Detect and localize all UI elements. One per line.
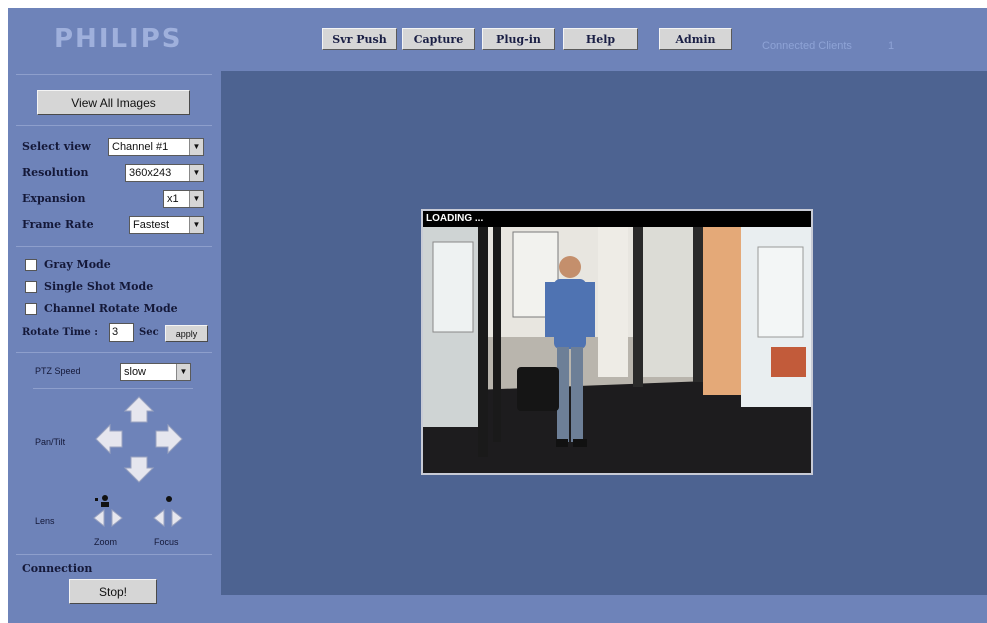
- dropdown-arrow-icon: ▼: [189, 165, 203, 181]
- ptz-speed-value: slow: [124, 366, 147, 378]
- divider: [33, 388, 193, 389]
- focus-icon[interactable]: [152, 494, 184, 530]
- bottom-strip: [221, 595, 987, 623]
- divider: [16, 554, 212, 555]
- frame-rate-value: Fastest: [133, 219, 170, 231]
- single-shot-checkbox[interactable]: [25, 281, 37, 293]
- rotate-time-unit: Sec: [139, 327, 159, 338]
- gray-mode-checkbox[interactable]: [25, 259, 37, 271]
- channel-rotate-checkbox[interactable]: [25, 303, 37, 315]
- apply-button[interactable]: apply: [165, 325, 208, 342]
- expansion-dropdown[interactable]: x1 ▼: [163, 190, 204, 208]
- camera-view: LOADING ...: [421, 209, 813, 475]
- dropdown-arrow-icon: ▼: [189, 217, 203, 233]
- resolution-label: Resolution: [22, 166, 89, 179]
- video-status-text: LOADING ...: [426, 213, 484, 224]
- connected-clients-count: 1: [888, 40, 895, 52]
- dropdown-arrow-icon: ▼: [176, 364, 190, 380]
- select-view-value: Channel #1: [112, 141, 169, 153]
- sidebar: View All Images Select view Channel #1 ▼…: [8, 71, 221, 623]
- arrow-down-icon[interactable]: [123, 455, 155, 485]
- zoom-label: Zoom: [94, 537, 118, 547]
- capture-button[interactable]: Capture: [402, 28, 475, 50]
- arrow-up-icon[interactable]: [123, 394, 155, 424]
- dropdown-arrow-icon: ▼: [189, 139, 203, 155]
- brand-logo: PHILIPS: [54, 24, 183, 54]
- lens-label: Lens: [35, 516, 55, 526]
- expansion-label: Expansion: [22, 192, 86, 205]
- divider: [16, 352, 212, 353]
- help-button[interactable]: Help: [563, 28, 638, 50]
- connected-clients-label: Connected Clients: [762, 40, 852, 52]
- admin-button[interactable]: Admin: [659, 28, 732, 50]
- channel-rotate-label: Channel Rotate Mode: [44, 302, 178, 315]
- top-bar: PHILIPS Svr Push Capture Plug-in Help Ad…: [8, 8, 987, 71]
- divider: [16, 74, 212, 75]
- stop-button[interactable]: Stop!: [69, 579, 157, 604]
- ptz-speed-label: PTZ Speed: [35, 366, 81, 376]
- resolution-value: 360x243: [129, 167, 172, 179]
- app-frame: PHILIPS Svr Push Capture Plug-in Help Ad…: [8, 8, 987, 623]
- focus-label: Focus: [154, 537, 179, 547]
- rotate-time-input[interactable]: 3: [109, 323, 134, 342]
- camera-image: [423, 227, 811, 473]
- video-area: LOADING ...: [221, 71, 987, 595]
- ptz-speed-dropdown[interactable]: slow ▼: [120, 363, 191, 381]
- rotate-time-label: Rotate Time :: [22, 327, 98, 338]
- select-view-dropdown[interactable]: Channel #1 ▼: [108, 138, 204, 156]
- single-shot-label: Single Shot Mode: [44, 280, 154, 293]
- resolution-dropdown[interactable]: 360x243 ▼: [125, 164, 204, 182]
- dropdown-arrow-icon: ▼: [189, 191, 203, 207]
- connection-label: Connection: [22, 562, 93, 575]
- arrow-right-icon[interactable]: [153, 423, 185, 455]
- video-status-bar: LOADING ...: [423, 211, 811, 227]
- expansion-value: x1: [167, 193, 179, 205]
- frame-rate-dropdown[interactable]: Fastest ▼: [129, 216, 204, 234]
- gray-mode-label: Gray Mode: [44, 258, 111, 271]
- zoom-icon[interactable]: [92, 494, 124, 530]
- view-all-images-button[interactable]: View All Images: [37, 90, 190, 115]
- pan-tilt-label: Pan/Tilt: [35, 437, 66, 447]
- frame-rate-label: Frame Rate: [22, 218, 94, 231]
- divider: [16, 125, 212, 126]
- divider: [16, 246, 212, 247]
- arrow-left-icon[interactable]: [93, 423, 125, 455]
- svr-push-button[interactable]: Svr Push: [322, 28, 397, 50]
- select-view-label: Select view: [22, 140, 91, 153]
- plugin-button[interactable]: Plug-in: [482, 28, 555, 50]
